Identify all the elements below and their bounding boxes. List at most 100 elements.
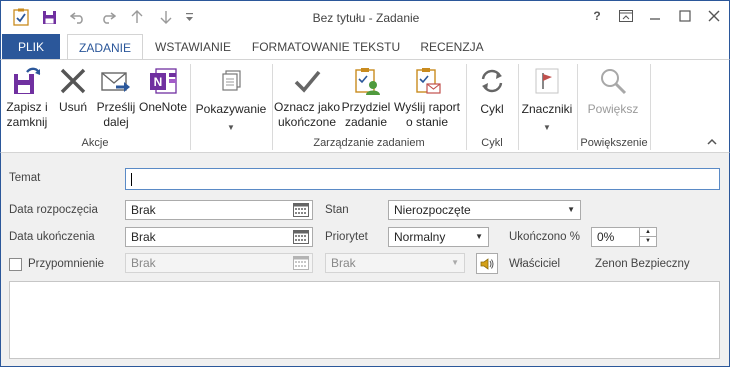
show-button[interactable]: Pokazywanie ▼ xyxy=(193,64,269,135)
customize-icon[interactable] xyxy=(182,7,196,27)
group-separator xyxy=(650,64,651,150)
tags-button[interactable]: Znaczniki ▼ xyxy=(518,64,576,135)
assign-task-label-2: zadanie xyxy=(344,115,388,129)
maximize-icon[interactable] xyxy=(671,5,699,27)
forward-button[interactable]: Prześlij dalej xyxy=(94,64,138,130)
mark-complete-label-1: Oznacz jako xyxy=(273,100,341,114)
priority-select[interactable]: Normalny ▼ xyxy=(388,227,489,247)
due-date-label: Data ukończenia xyxy=(9,231,95,243)
delete-icon xyxy=(56,64,90,98)
calendar-icon[interactable] xyxy=(291,229,311,245)
zoom-button[interactable]: Powiększ xyxy=(580,64,646,117)
due-date-input[interactable]: Brak xyxy=(125,227,313,247)
reminder-time-value: Brak xyxy=(331,256,356,270)
subject-label: Temat xyxy=(9,172,41,184)
save-icon[interactable] xyxy=(39,7,59,27)
reminder-sound-button[interactable] xyxy=(476,253,498,274)
percent-complete-stepper[interactable]: 0% ▲ ▼ xyxy=(591,227,657,247)
text-cursor xyxy=(131,172,132,186)
group-label-zoom: Powiększenie xyxy=(580,137,648,149)
reminder-checkbox[interactable] xyxy=(9,258,22,271)
stepper-up-icon[interactable]: ▲ xyxy=(640,228,656,237)
reminder-date-input[interactable]: Brak xyxy=(125,253,313,273)
show-icon xyxy=(214,64,248,98)
owner-label: Właściciel xyxy=(509,258,561,270)
forward-label-2: dalej xyxy=(103,115,129,129)
undo-icon[interactable] xyxy=(67,7,89,27)
priority-value: Normalny xyxy=(394,230,446,244)
start-date-input[interactable]: Brak xyxy=(125,200,313,220)
ribbon-display-options-icon[interactable] xyxy=(612,5,640,27)
title-bar: Bez tytułu - Zadanie ? xyxy=(0,0,730,34)
reminder-time-select[interactable]: Brak ▼ xyxy=(325,253,465,273)
save-close-button[interactable]: Zapisz i zamknij xyxy=(4,64,50,130)
save-close-icon xyxy=(10,64,44,98)
send-status-report-label-1: Wyślij raport xyxy=(394,100,460,114)
collapse-ribbon-icon[interactable] xyxy=(706,136,720,148)
forward-icon xyxy=(99,64,133,98)
due-date-value: Brak xyxy=(131,230,156,244)
status-label: Stan xyxy=(325,204,349,216)
send-status-report-label-2: o stanie xyxy=(405,115,449,129)
tab-format-text[interactable]: FORMATOWANIE TEKSTU xyxy=(245,34,407,60)
magnifier-icon xyxy=(596,64,630,98)
chevron-down-icon: ▼ xyxy=(475,232,483,241)
reminder-date-value: Brak xyxy=(131,256,156,270)
show-dropdown-icon: ▼ xyxy=(227,123,235,132)
stepper-buttons: ▲ ▼ xyxy=(639,228,656,246)
send-status-report-button[interactable]: Wyślij raport o stanie xyxy=(392,64,462,130)
show-label: Pokazywanie xyxy=(195,102,267,116)
delete-label: Usuń xyxy=(58,100,87,114)
group-separator xyxy=(190,64,191,150)
flag-icon xyxy=(530,64,564,98)
group-label-actions: Akcje xyxy=(81,137,109,149)
close-icon[interactable] xyxy=(700,5,728,27)
save-close-label-1: Zapisz i xyxy=(6,100,48,114)
status-value: Nierozpoczęte xyxy=(394,203,471,217)
mark-complete-button[interactable]: Oznacz jako ukończone xyxy=(273,64,341,130)
calendar-icon[interactable] xyxy=(291,255,311,271)
assign-task-label-1: Przydziel xyxy=(341,100,391,114)
assign-task-button[interactable]: Przydziel zadanie xyxy=(341,64,391,130)
tab-task[interactable]: ZADANIE xyxy=(67,34,143,61)
recurrence-label: Cykl xyxy=(480,102,504,116)
onenote-button[interactable]: N OneNote xyxy=(137,64,189,115)
task-body-editor[interactable] xyxy=(9,281,720,359)
percent-complete-label: Ukończono % xyxy=(509,231,580,243)
speaker-icon xyxy=(480,257,494,270)
priority-label: Priorytet xyxy=(325,231,368,243)
group-separator xyxy=(466,64,467,150)
task-app-icon xyxy=(11,7,31,27)
up-icon[interactable] xyxy=(129,7,145,27)
onenote-label: OneNote xyxy=(138,100,188,114)
assign-task-icon xyxy=(349,64,383,98)
tab-file[interactable]: PLIK xyxy=(2,34,60,60)
group-label-recurrence: Cykl xyxy=(481,137,503,149)
tags-dropdown-icon: ▼ xyxy=(543,123,551,132)
help-button[interactable]: ? xyxy=(583,5,611,27)
save-close-label-2: zamknij xyxy=(6,115,48,129)
svg-text:N: N xyxy=(154,75,163,89)
onenote-icon: N xyxy=(146,64,180,98)
status-select[interactable]: Nierozpoczęte ▼ xyxy=(388,200,581,220)
recurrence-icon xyxy=(475,64,509,98)
group-label-manage-task: Zarządzanie zadaniem xyxy=(313,137,425,149)
subject-input[interactable] xyxy=(125,168,720,190)
status-report-icon xyxy=(410,64,444,98)
delete-button[interactable]: Usuń xyxy=(53,64,93,115)
chevron-down-icon: ▼ xyxy=(567,205,575,214)
start-date-value: Brak xyxy=(131,203,156,217)
redo-icon[interactable] xyxy=(97,7,119,27)
down-icon[interactable] xyxy=(158,7,174,27)
tab-review[interactable]: RECENZJA xyxy=(413,34,491,60)
minimize-icon[interactable] xyxy=(641,5,669,27)
forward-label-1: Prześlij xyxy=(96,100,136,114)
recurrence-button[interactable]: Cykl xyxy=(468,64,516,117)
reminder-label: Przypomnienie xyxy=(28,258,105,270)
chevron-down-icon: ▼ xyxy=(451,258,459,267)
stepper-down-icon[interactable]: ▼ xyxy=(640,237,656,245)
tab-insert[interactable]: WSTAWIANIE xyxy=(149,34,237,60)
checkmark-icon xyxy=(290,64,324,98)
calendar-icon[interactable] xyxy=(291,202,311,218)
ribbon-tabs: PLIK ZADANIE WSTAWIANIE FORMATOWANIE TEK… xyxy=(0,34,730,61)
